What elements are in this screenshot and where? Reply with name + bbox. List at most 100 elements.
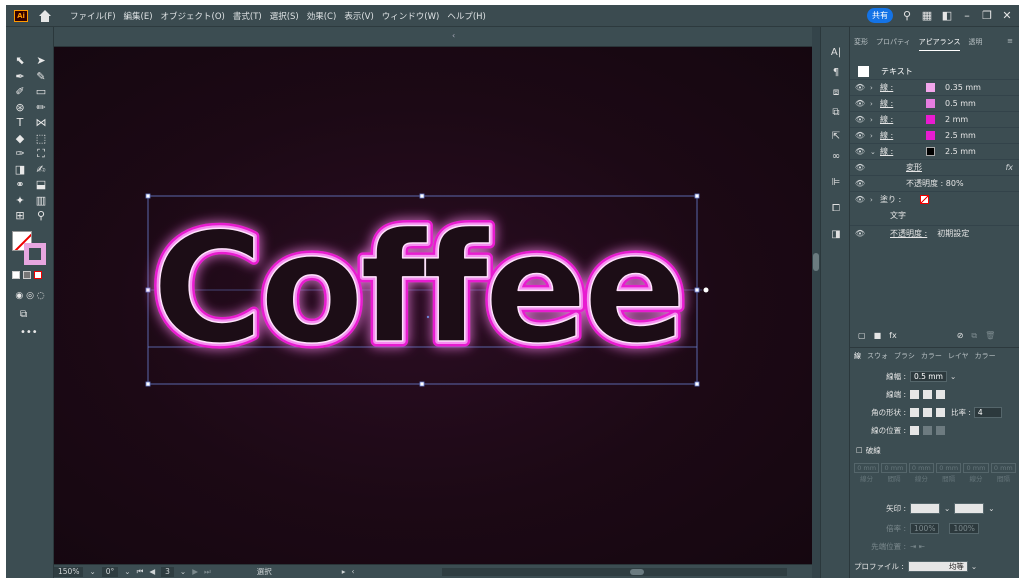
menu-select[interactable]: 選択(S) <box>266 10 303 22</box>
align-panel-icon[interactable]: ⊫ <box>829 177 843 189</box>
stroke-color-swatch[interactable] <box>926 99 935 108</box>
miter-join-button[interactable] <box>910 407 919 417</box>
prev-artboard-icon[interactable]: ◀ <box>149 567 155 576</box>
visibility-eye-icon[interactable]: 👁 <box>850 229 870 238</box>
artboard-tool-icon[interactable]: ⊞ <box>12 208 28 224</box>
align-outside-button[interactable] <box>936 425 945 435</box>
vertical-scrollbar[interactable] <box>812 27 820 578</box>
scroll-left-icon[interactable]: ‹ <box>351 567 354 576</box>
stroke-row[interactable]: 👁 › 線 : 2.5 mm <box>850 127 1019 143</box>
artboard-number-field[interactable]: 3 <box>161 566 174 577</box>
visibility-eye-icon[interactable]: 👁 <box>850 179 870 188</box>
graph-tool-icon[interactable]: ▥ <box>33 193 49 209</box>
width-tool-icon[interactable]: ✑ <box>12 146 28 162</box>
restore-icon[interactable]: ❐ <box>981 9 993 22</box>
none-button[interactable] <box>34 271 42 279</box>
expand-arrow-icon[interactable]: › <box>870 84 880 92</box>
visibility-eye-icon[interactable]: 👁 <box>850 131 870 140</box>
artboard-canvas[interactable]: Coffee Coffee Coffee <box>54 47 812 564</box>
ratio-input[interactable]: 4 <box>973 406 1002 418</box>
export-panel-icon[interactable]: ⇱ <box>829 131 843 143</box>
stroke-weight-value[interactable]: 2 mm <box>945 115 968 124</box>
curvature-tool-icon[interactable]: ✎ <box>33 69 49 85</box>
gap-field[interactable]: 0 mm <box>990 463 1016 473</box>
tab-transform[interactable]: 変形 <box>854 37 868 51</box>
blend-tool-icon[interactable]: ⚭ <box>12 177 28 193</box>
stroke-color-swatch[interactable] <box>926 115 935 124</box>
zoom-dropdown-icon[interactable]: ⌄ <box>89 567 95 576</box>
visibility-eye-icon[interactable]: 👁 <box>850 83 870 92</box>
expand-arrow-icon[interactable]: › <box>870 100 880 108</box>
eyedropper-tool-icon[interactable]: ✍ <box>33 162 49 178</box>
stroke-color-swatch[interactable] <box>926 131 935 140</box>
stroke-row[interactable]: 👁 › 線 : 0.35 mm <box>850 79 1019 95</box>
draw-mode-icons[interactable]: ◉ ◎ ◌ <box>12 289 48 304</box>
tab-color-guide[interactable]: カラー <box>975 351 996 361</box>
expand-arrow-icon[interactable]: › <box>870 132 880 140</box>
dash-field[interactable]: 0 mm <box>854 463 880 473</box>
close-icon[interactable]: ✕ <box>1001 9 1013 22</box>
stroke-label[interactable]: 線 : <box>880 82 926 93</box>
rotation-dropdown-icon[interactable]: ⌄ <box>124 567 130 576</box>
end-arrowhead-select[interactable] <box>954 502 985 514</box>
stroke-opacity-text[interactable]: 不透明度 : 80% <box>906 178 964 189</box>
minimize-icon[interactable]: – <box>961 9 973 22</box>
round-join-button[interactable] <box>923 407 932 417</box>
stroke-color-swatch[interactable] <box>926 147 935 156</box>
weight-dropdown-icon[interactable]: ⌄ <box>950 372 956 381</box>
dashed-checkbox-icon[interactable]: ☐ <box>856 446 863 455</box>
direct-selection-tool-icon[interactable]: ➤ <box>33 53 49 69</box>
menu-file[interactable]: ファイル(F) <box>66 10 120 22</box>
neon-artwork[interactable]: Coffee Coffee Coffee <box>54 47 812 564</box>
collapse-chevron-icon[interactable]: ‹ <box>452 31 455 40</box>
share-button[interactable]: 共有 <box>867 8 893 23</box>
expand-arrow-icon[interactable]: › <box>870 196 880 204</box>
gradient-panel-icon[interactable]: ◨ <box>829 229 843 241</box>
visibility-eye-icon[interactable]: 👁 <box>850 99 870 108</box>
visibility-eye-icon[interactable]: 👁 <box>850 195 870 204</box>
fill-stroke-swatches[interactable] <box>12 231 48 267</box>
paragraph-panel-icon[interactable]: ¶ <box>829 67 843 79</box>
menu-effect[interactable]: 効果(C) <box>303 10 341 22</box>
horizontal-scrollbar[interactable] <box>442 568 787 576</box>
expand-arrow-icon[interactable]: › <box>870 116 880 124</box>
gradient-button[interactable] <box>23 271 31 279</box>
add-effect-icon[interactable]: fx <box>889 331 897 343</box>
stroke-weight-input[interactable]: 0.5 mm <box>910 370 947 382</box>
stroke-row[interactable]: 👁 › 線 : 2 mm <box>850 111 1019 127</box>
stroke-label[interactable]: 線 : <box>880 146 926 157</box>
stroke-row[interactable]: 👁 › 線 : 0.5 mm <box>850 95 1019 111</box>
visibility-eye-icon[interactable]: 👁 <box>850 147 870 156</box>
round-cap-button[interactable] <box>923 389 932 399</box>
tip-position-icons[interactable]: ⇥ ⇤ <box>910 542 925 551</box>
horizontal-scroll-thumb[interactable] <box>630 569 644 575</box>
free-transform-icon[interactable]: ⛶ <box>33 146 49 162</box>
tab-stroke[interactable]: 線 <box>854 351 861 361</box>
effect-transform-link[interactable]: 変形 <box>906 162 922 173</box>
gap-field[interactable]: 0 mm <box>936 463 962 473</box>
status-arrow-icon[interactable]: ▸ <box>342 567 346 576</box>
tab-appearance[interactable]: アピアランス <box>918 37 961 51</box>
stroke-weight-value[interactable]: 0.5 mm <box>945 99 976 108</box>
text-opacity-label[interactable]: 不透明度 : <box>890 228 927 239</box>
add-fill-icon[interactable]: ■ <box>874 331 882 343</box>
artboard-dropdown-icon[interactable]: ⌄ <box>180 567 186 576</box>
gap-field[interactable]: 0 mm <box>881 463 907 473</box>
links-panel-icon[interactable]: ∞ <box>829 151 843 163</box>
mirror-tool-icon[interactable]: ⋈ <box>33 115 49 131</box>
stroke-label[interactable]: 線 : <box>880 114 926 125</box>
scale-tool-icon[interactable]: ⬚ <box>33 131 49 147</box>
character-panel-icon[interactable]: A| <box>829 47 843 59</box>
tab-transparency[interactable]: 透明 <box>968 37 982 51</box>
end-arrow-dropdown-icon[interactable]: ⌄ <box>988 504 994 513</box>
stroke-weight-value[interactable]: 0.35 mm <box>945 83 981 92</box>
dash-field[interactable]: 0 mm <box>908 463 934 473</box>
pathfinder-panel-icon[interactable]: ⧠ <box>829 203 843 215</box>
color-button[interactable] <box>12 271 20 279</box>
fill-row[interactable]: 👁 › 塗り : <box>850 191 1019 207</box>
eraser-tool-icon[interactable]: ◆ <box>12 131 28 147</box>
rotation-field[interactable]: 0° <box>101 566 119 577</box>
stroke-color-swatch[interactable] <box>926 83 935 92</box>
type-tool-icon[interactable]: T <box>12 115 28 131</box>
characters-row[interactable]: 文字 <box>850 207 1019 223</box>
